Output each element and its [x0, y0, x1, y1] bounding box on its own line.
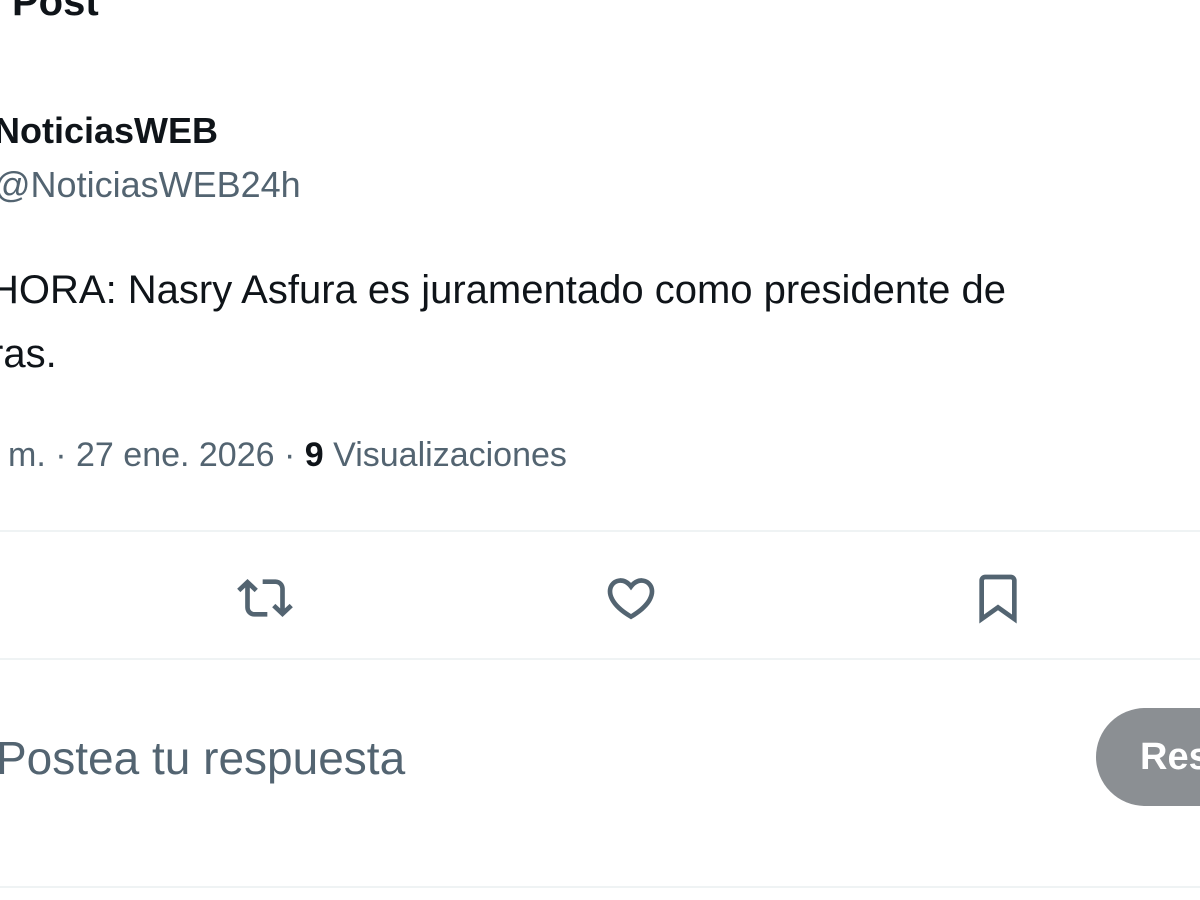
post-text-line: HORA: Nasry Asfura es juramentado como p… [0, 268, 1007, 312]
views-count: 9 [304, 436, 324, 474]
post-detail-page: Post NoticiasWEB @NoticiasWEB24h HORA: N… [0, 0, 1200, 900]
divider [0, 530, 1200, 532]
post-date[interactable]: 27 ene. 2026 [76, 436, 275, 474]
post-time[interactable]: m. [8, 436, 46, 474]
post-text: HORA: Nasry Asfura es juramentado como p… [0, 258, 1200, 386]
repost-icon [237, 579, 293, 617]
views-label: Visualizaciones [333, 436, 567, 474]
post-meta: m. · 27 ene. 2026 · 9 Visualizaciones [8, 434, 567, 476]
like-button[interactable] [601, 568, 661, 628]
meta-separator: · [55, 436, 67, 474]
author-handle[interactable]: @NoticiasWEB24h [0, 164, 301, 206]
reply-input[interactable]: Postea tu respuesta [0, 730, 405, 786]
page-title: Post [12, 0, 99, 24]
author-display-name[interactable]: NoticiasWEB [0, 110, 218, 152]
like-icon [607, 578, 655, 620]
repost-button[interactable] [235, 568, 295, 628]
meta-separator: · [284, 436, 296, 474]
reply-button[interactable]: Res [1096, 708, 1200, 806]
bookmark-icon [979, 574, 1017, 624]
divider [0, 658, 1200, 660]
divider [0, 886, 1200, 888]
post-text-line: ras. [0, 332, 57, 376]
bookmark-button[interactable] [968, 568, 1028, 628]
